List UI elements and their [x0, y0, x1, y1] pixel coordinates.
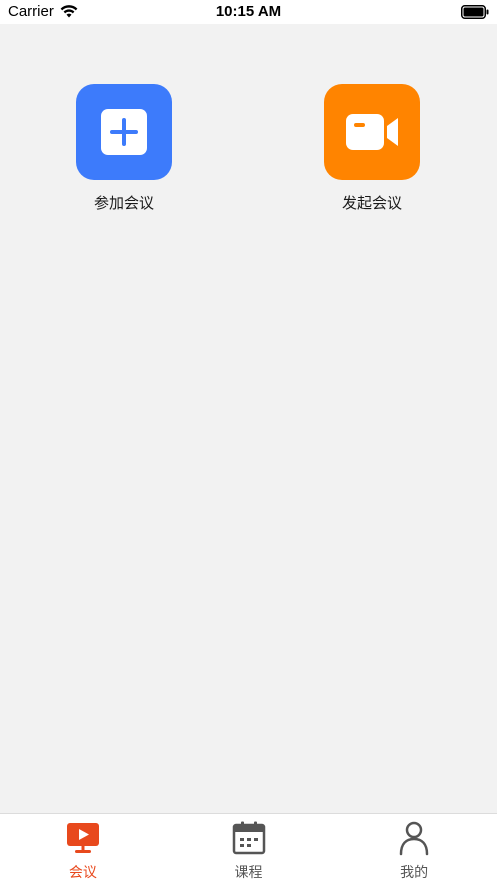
- person-icon: [399, 821, 429, 856]
- video-camera-icon: [346, 114, 398, 150]
- start-meeting-button[interactable]: 发起会议: [307, 84, 437, 213]
- start-meeting-tile[interactable]: [324, 84, 420, 180]
- tab-meetings[interactable]: 会议: [0, 814, 166, 884]
- tab-bar: 会议 课程 我的: [0, 813, 497, 884]
- monitor-play-icon: [66, 823, 99, 853]
- join-meeting-label: 参加会议: [93, 194, 154, 212]
- status-time: 10:15 AM: [215, 3, 282, 20]
- join-meeting-button[interactable]: 参加会议: [59, 84, 189, 213]
- tab-meetings-label: 会议: [68, 865, 97, 881]
- tab-courses-label: 课程: [234, 865, 263, 881]
- tab-profile-label: 我的: [400, 865, 429, 881]
- join-meeting-tile[interactable]: [76, 84, 172, 180]
- tab-profile[interactable]: 我的: [331, 814, 497, 884]
- battery-icon: [461, 5, 489, 19]
- calendar-icon: [232, 821, 265, 855]
- start-meeting-label: 发起会议: [341, 194, 402, 212]
- tab-courses[interactable]: 课程: [166, 814, 332, 884]
- status-bar: Carrier 10:15 AM: [0, 0, 497, 24]
- plus-square-icon: [101, 109, 147, 155]
